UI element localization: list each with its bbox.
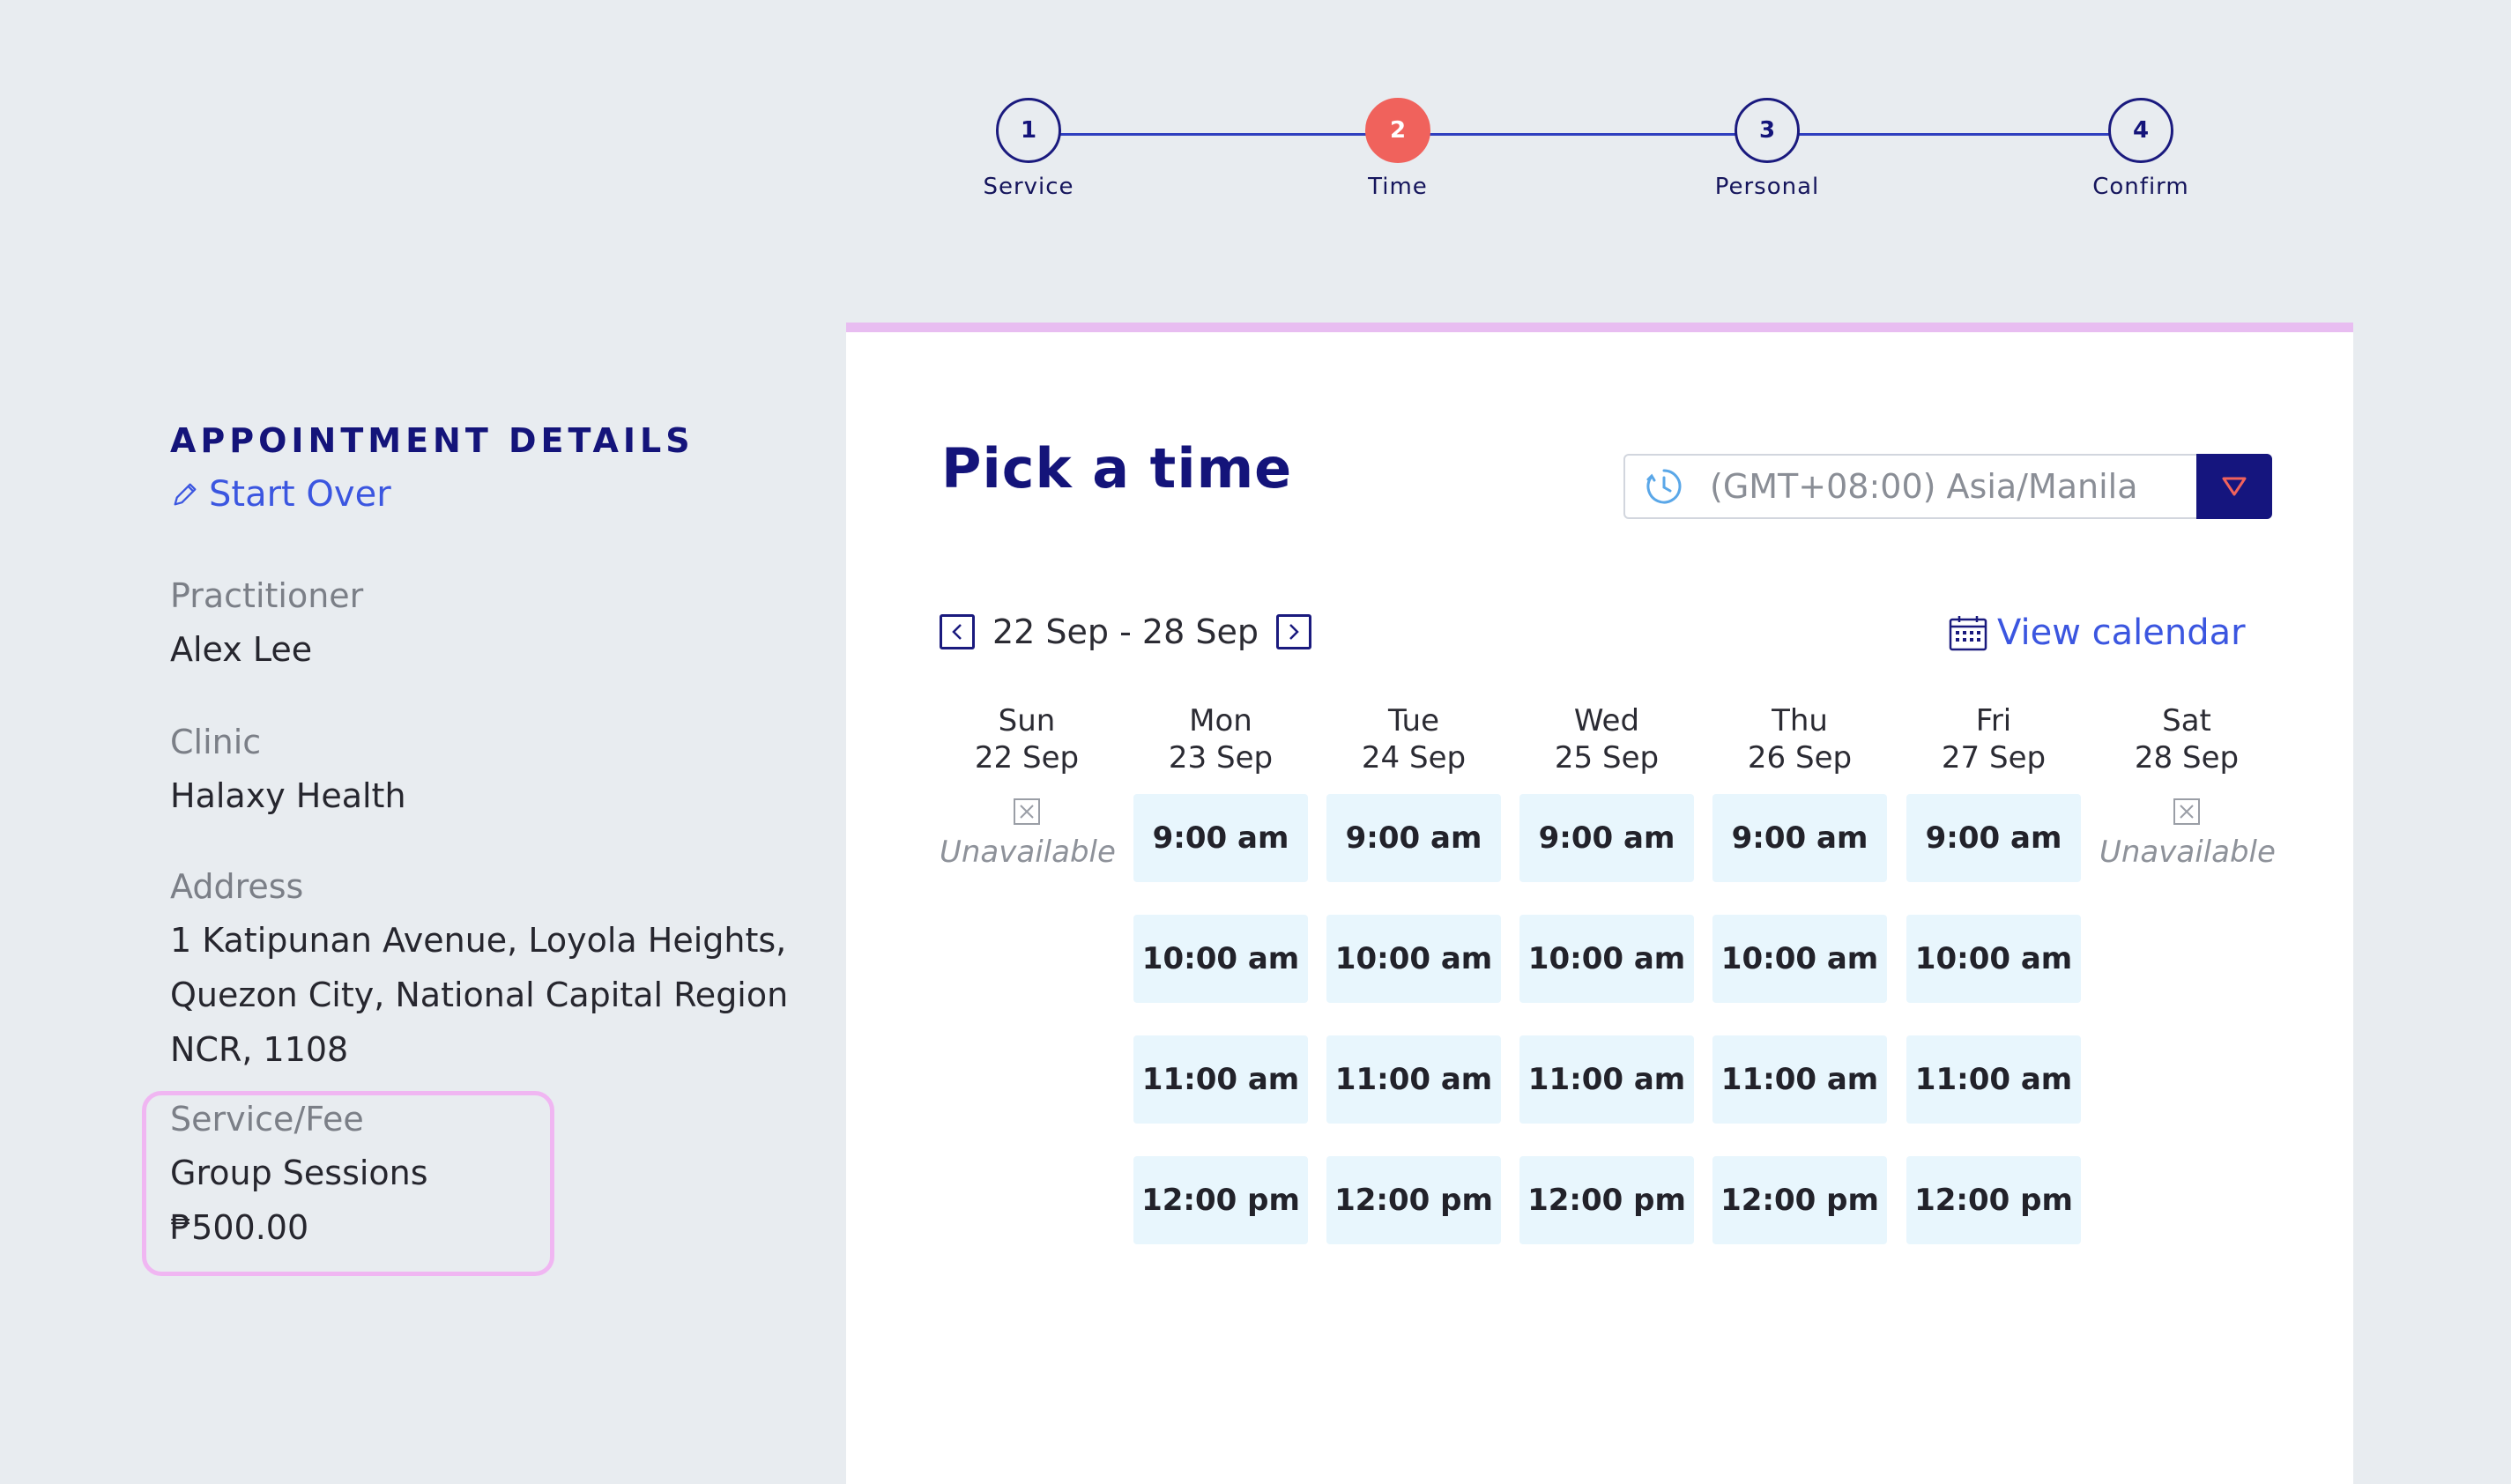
start-over-link[interactable]: Start Over	[170, 474, 840, 515]
week-range: 22 Sep - 28 Sep	[992, 612, 1259, 651]
time-slot[interactable]: 12:00 pm	[1712, 1156, 1887, 1244]
day-name: Thu	[1772, 703, 1828, 738]
timezone-select[interactable]: (GMT+08:00) Asia/Manila	[1623, 454, 2272, 519]
day-column-tue: Tue 24 Sep 9:00 am 10:00 am 11:00 am 12:…	[1326, 702, 1501, 1244]
start-over-label: Start Over	[209, 474, 391, 515]
unavailable-text: Unavailable	[2099, 835, 2276, 870]
day-column-wed: Wed 25 Sep 9:00 am 10:00 am 11:00 am 12:…	[1519, 702, 1694, 1244]
time-slot[interactable]: 10:00 am	[1133, 915, 1308, 1003]
day-name: Fri	[1975, 703, 2012, 738]
next-week-button[interactable]	[1275, 614, 1311, 649]
time-slot[interactable]: 10:00 am	[1326, 915, 1501, 1003]
unavailable-marker: Unavailable	[940, 798, 1116, 870]
unavailable-marker: Unavailable	[2099, 798, 2276, 870]
day-date: 25 Sep	[1554, 740, 1660, 775]
time-slot[interactable]: 12:00 pm	[1326, 1156, 1501, 1244]
time-slot[interactable]: 10:00 am	[1519, 915, 1694, 1003]
address-label: Address	[170, 867, 304, 906]
service-fee-label: Service/Fee	[170, 1100, 364, 1139]
calendar-icon	[1949, 616, 1987, 651]
view-calendar-link[interactable]: View calendar	[1948, 612, 2246, 653]
fee-value: ₱500.00	[170, 1208, 309, 1247]
appointment-details: APPOINTMENT DETAILS Start Over Practitio…	[142, 421, 840, 1276]
day-column-fri: Fri 27 Sep 9:00 am 10:00 am 11:00 am 12:…	[1906, 702, 2081, 1244]
time-slot[interactable]: 10:00 am	[1906, 915, 2081, 1003]
page-title: Pick a time	[941, 436, 1293, 501]
time-slot[interactable]: 11:00 am	[1133, 1035, 1308, 1124]
step-number: 1	[996, 98, 1061, 163]
chevron-left-icon	[952, 624, 962, 640]
stepper-line	[1029, 133, 2141, 136]
x-box-icon	[2173, 798, 2200, 825]
day-date: 26 Sep	[1747, 740, 1853, 775]
clinic-label: Clinic	[170, 723, 262, 761]
step-personal[interactable]: 3 Personal	[1670, 98, 1864, 200]
day-date: 24 Sep	[1361, 740, 1467, 775]
triangle-down-icon	[2222, 477, 2247, 496]
pencil-icon	[174, 483, 197, 506]
address-value: 1 Katipunan Avenue, Loyola Heights, Quez…	[170, 913, 840, 1077]
progress-stepper: 1 Service 2 Time 3 Personal 4 Confirm	[983, 98, 2188, 221]
day-date: 22 Sep	[974, 740, 1080, 775]
time-slot[interactable]: 11:00 am	[1519, 1035, 1694, 1124]
service-fee-block: Service/Fee Group Sessions ₱500.00	[170, 1100, 428, 1255]
time-slot[interactable]: 9:00 am	[1906, 794, 2081, 882]
time-slot[interactable]: 12:00 pm	[1133, 1156, 1308, 1244]
day-name: Wed	[1573, 703, 1640, 738]
practitioner-label: Practitioner	[170, 576, 364, 615]
step-label: Personal	[1714, 174, 1820, 200]
details-title: APPOINTMENT DETAILS	[170, 421, 695, 460]
timezone-value: (GMT+08:00) Asia/Manila	[1710, 467, 2138, 506]
step-label: Confirm	[2092, 174, 2189, 200]
address-line: 1 Katipunan Avenue, Loyola Heights,	[170, 921, 787, 960]
chevron-right-icon	[1289, 624, 1299, 640]
day-date: 28 Sep	[2134, 740, 2240, 775]
day-column-thu: Thu 26 Sep 9:00 am 10:00 am 11:00 am 12:…	[1712, 702, 1887, 1244]
day-column-sat: Sat 28 Sep Unavailable	[2099, 702, 2276, 870]
day-name: Sat	[2162, 703, 2211, 738]
step-number: 2	[1365, 98, 1430, 163]
step-label: Time	[1368, 174, 1428, 200]
time-slot[interactable]: 12:00 pm	[1906, 1156, 2081, 1244]
booking-card: Pick a time (GMT+08:00) Asia/Manila 22 S…	[846, 323, 2353, 1484]
time-slot[interactable]: 9:00 am	[1712, 794, 1887, 882]
time-slot[interactable]: 9:00 am	[1326, 794, 1501, 882]
step-label: Service	[983, 174, 1074, 200]
service-value: Group Sessions	[170, 1154, 428, 1192]
day-name: Mon	[1189, 703, 1252, 738]
day-date: 23 Sep	[1168, 740, 1274, 775]
time-slot[interactable]: 12:00 pm	[1519, 1156, 1694, 1244]
day-name: Tue	[1387, 703, 1440, 738]
practitioner-value: Alex Lee	[170, 630, 313, 669]
prev-week-button[interactable]	[940, 614, 975, 649]
week-navigation: 22 Sep - 28 Sep	[940, 612, 1311, 651]
step-confirm[interactable]: 4 Confirm	[2044, 98, 2238, 200]
time-slot[interactable]: 9:00 am	[1519, 794, 1694, 882]
time-slot[interactable]: 11:00 am	[1712, 1035, 1887, 1124]
time-slot[interactable]: 11:00 am	[1326, 1035, 1501, 1124]
step-number: 4	[2108, 98, 2173, 163]
unavailable-text: Unavailable	[940, 835, 1116, 870]
time-slot[interactable]: 11:00 am	[1906, 1035, 2081, 1124]
day-date: 27 Sep	[1941, 740, 2047, 775]
day-name: Sun	[998, 703, 1056, 738]
address-line: NCR, 1108	[170, 1030, 349, 1069]
step-service[interactable]: 1 Service	[932, 98, 1125, 200]
step-time[interactable]: 2 Time	[1301, 98, 1495, 200]
day-column-mon: Mon 23 Sep 9:00 am 10:00 am 11:00 am 12:…	[1133, 702, 1308, 1244]
clinic-value: Halaxy Health	[170, 776, 406, 815]
address-line: Quezon City, National Capital Region	[170, 976, 789, 1014]
x-box-icon	[1014, 798, 1040, 825]
step-number: 3	[1735, 98, 1800, 163]
timezone-dropdown-button[interactable]	[2196, 454, 2272, 519]
day-column-sun: Sun 22 Sep Unavailable	[940, 702, 1116, 870]
view-calendar-label: View calendar	[1997, 612, 2246, 653]
clock-icon	[1646, 469, 1682, 504]
time-slot[interactable]: 9:00 am	[1133, 794, 1308, 882]
time-slot[interactable]: 10:00 am	[1712, 915, 1887, 1003]
